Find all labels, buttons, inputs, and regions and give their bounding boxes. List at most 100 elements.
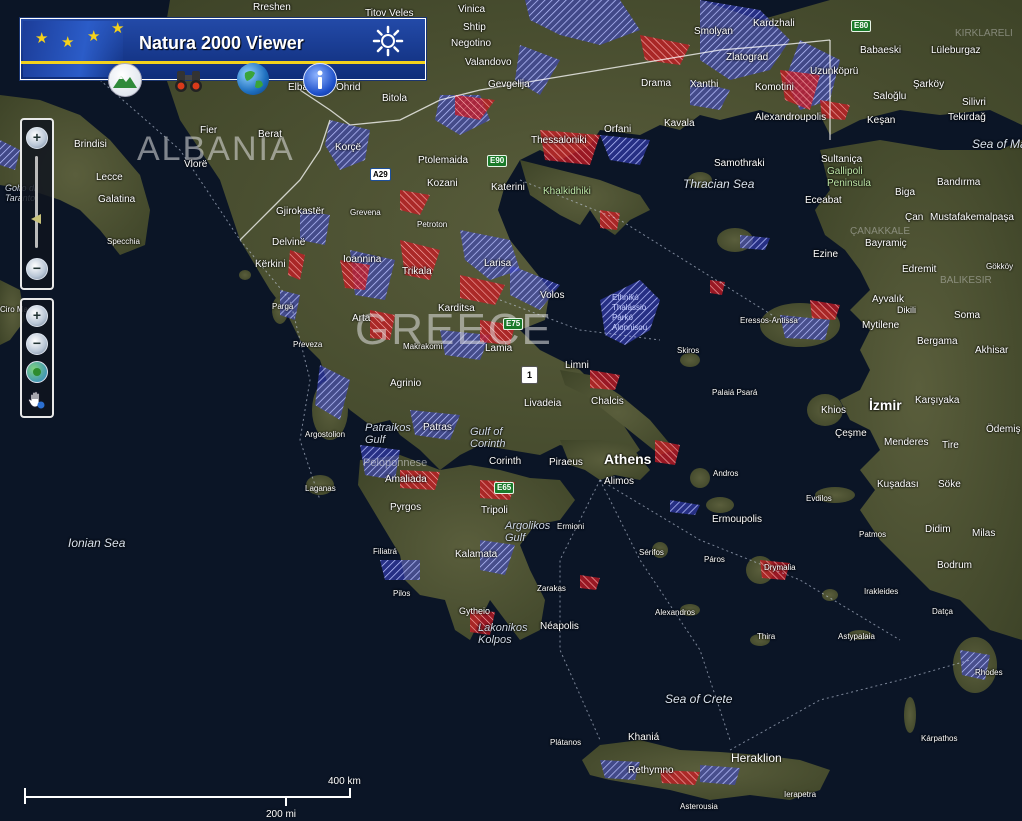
city-label: Samothraki <box>714 158 765 169</box>
city-label: Rreshen <box>253 2 291 13</box>
city-label: Drama <box>641 78 672 89</box>
city-label: Biga <box>895 187 916 198</box>
city-label: Kozani <box>427 178 458 189</box>
city-label: Arta <box>352 313 371 324</box>
city-label: Ptolemaida <box>418 155 469 166</box>
city-label: Tekirdağ <box>948 112 986 123</box>
city-label: Heraklion <box>731 751 782 765</box>
city-label: Sérifos <box>639 548 664 557</box>
city-label: Skiros <box>677 346 700 355</box>
city-label: Gjirokastër <box>276 206 325 217</box>
mountain-icon <box>113 76 137 88</box>
city-label: Astypalaia <box>838 632 875 641</box>
city-label: Livadeia <box>524 398 562 409</box>
city-label: Fier <box>200 125 218 136</box>
city-label: Alimos <box>604 476 635 487</box>
city-label: Páros <box>704 555 725 564</box>
zoom-out-tool-button[interactable]: − <box>26 333 48 355</box>
city-label: Gökköy <box>986 262 1014 271</box>
city-label: Soma <box>954 310 981 321</box>
scale-mi-label: 200 mi <box>266 809 297 820</box>
region-label: BALIKESIR <box>940 275 992 286</box>
city-label: Akhisar <box>975 345 1009 356</box>
city-label: Saloğlu <box>873 91 907 102</box>
binoculars-button[interactable] <box>172 63 204 95</box>
star-icon: ★ <box>111 20 125 37</box>
gulf-label: Patraikos Gulf <box>365 422 411 446</box>
city-label: Berat <box>258 129 282 140</box>
zoom-out-button[interactable]: − <box>26 258 48 280</box>
city-label: Ermoupolis <box>712 514 763 525</box>
city-label: Kardzhali <box>753 18 795 29</box>
navigation-tools-panel: + − <box>20 298 54 418</box>
city-label: Lecce <box>96 172 123 183</box>
city-label: Patmos <box>859 530 887 539</box>
city-label: Eceabat <box>805 195 842 206</box>
region-label: Ethnikó Thalássio Párkó Alonnisou <box>612 293 648 332</box>
star-icon: ★ <box>35 30 49 47</box>
city-label: Bergama <box>917 336 958 347</box>
city-label: Thira <box>757 632 776 641</box>
city-label: Khaniá <box>628 732 660 743</box>
binoculars-icon <box>175 71 202 92</box>
city-label: Filiatrá <box>373 547 398 556</box>
region-label: ÇANAKKALE <box>850 226 911 237</box>
city-label: Piraeus <box>549 457 583 468</box>
gulf-label: Argolikos Gulf <box>505 520 551 544</box>
city-label: Bodrum <box>937 560 973 571</box>
info-icon <box>317 70 323 89</box>
city-label: Andros <box>713 469 739 478</box>
info-button[interactable] <box>303 63 337 97</box>
city-label: Negotino <box>451 38 492 49</box>
city-label: Edremit <box>902 264 937 275</box>
gulf-label: Gulf of Corinth <box>470 426 506 450</box>
city-label: Lamia <box>485 343 513 354</box>
city-label: Ermioni <box>557 522 585 531</box>
city-label: Katerini <box>491 182 525 193</box>
city-label: Pyrgos <box>390 502 422 513</box>
zoom-slider-panel: + − <box>20 118 54 290</box>
road-shield: E80 <box>851 20 872 32</box>
star-icon: ★ <box>61 34 75 51</box>
city-label: Drymalia <box>764 563 796 572</box>
zoom-in-tool-button[interactable]: + <box>26 305 48 327</box>
city-label: Trikala <box>402 266 432 277</box>
city-label-capital: Athens <box>604 451 652 467</box>
city-label: Milas <box>972 528 996 539</box>
city-label: Ayvalık <box>872 294 905 305</box>
road-shield: A29 <box>370 168 391 181</box>
city-label: Gevgelija <box>488 79 530 90</box>
city-label: Palaiá Psará <box>712 388 758 397</box>
city-label: Kuşadası <box>877 479 919 490</box>
city-label: Petroton <box>417 220 448 229</box>
city-label: Ohrid <box>336 82 361 93</box>
city-label: Kárpathos <box>921 734 958 743</box>
pan-button[interactable] <box>26 390 46 410</box>
city-label: Makrakomi <box>403 342 443 351</box>
city-label: Néapolis <box>540 621 579 632</box>
zoom-slider-track[interactable] <box>35 156 38 248</box>
city-label: Smolyan <box>694 26 733 37</box>
city-label: Rhodes <box>975 668 1003 677</box>
city-label: Vinica <box>458 4 486 15</box>
city-label: Asterousia <box>680 802 718 811</box>
scale-mi-tick <box>285 798 287 806</box>
city-label: Ierapetra <box>784 790 817 799</box>
city-label: Karditsa <box>438 303 475 314</box>
sea-label: Sea of Marmara <box>972 137 1022 151</box>
city-label: Gytheio <box>459 606 491 616</box>
city-label: Silivri <box>962 97 986 108</box>
region-label: Gallipoli Peninsula <box>827 166 871 189</box>
city-label: Datça <box>932 607 953 616</box>
city-label: Agrinio <box>390 378 422 389</box>
city-label: Larisa <box>484 258 512 269</box>
city-label: Babaeski <box>860 45 902 56</box>
city-label: Bitola <box>382 93 408 104</box>
overview-map-button[interactable] <box>108 63 142 97</box>
scale-km-label: 400 km <box>328 776 361 787</box>
zoom-in-button[interactable]: + <box>26 127 48 149</box>
header-stripe <box>21 61 425 64</box>
globe-button[interactable] <box>237 63 269 95</box>
full-extent-button[interactable] <box>26 361 48 383</box>
region-label: KIRKLARELI <box>955 28 1013 39</box>
